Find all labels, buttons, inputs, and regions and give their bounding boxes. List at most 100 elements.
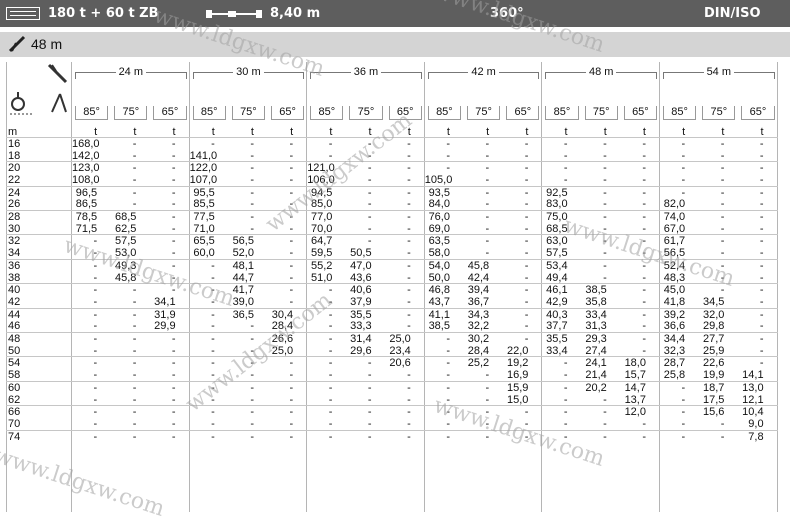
capacity-cell: -: [446, 430, 450, 443]
capacity-cell: 50,0: [428, 271, 450, 284]
table-row: 46- -29,9- -28,4-33,3-38,5 32,2-37,7 31,3-36…: [6, 320, 778, 332]
capacity-cell: 36,7: [467, 296, 490, 308]
capacity-cell: -: [720, 186, 725, 199]
capacity-cell: 15,7: [624, 369, 646, 382]
capacity-cell: -: [720, 222, 725, 235]
capacity-cell: -: [642, 308, 646, 321]
luffing-length-label: 30 m: [233, 66, 264, 78]
radius-cell: 44: [8, 308, 21, 321]
capacity-cell: -: [759, 271, 764, 284]
capacity-cell: -: [407, 393, 411, 406]
capacity-cell: 32,3: [663, 344, 686, 357]
table-row: 60- - - - - - - - - - -15,9-20,2 14,7-18,7 13,0: [6, 382, 778, 394]
capacity-cell: -: [250, 430, 254, 443]
capacity-cell: -: [328, 137, 333, 150]
capacity-cell: -: [642, 198, 646, 211]
capacity-cell: -: [132, 418, 137, 430]
capacity-cell: -: [289, 235, 294, 248]
capacity-cell: -: [407, 259, 411, 272]
capacity-cell: -: [171, 430, 176, 443]
capacity-cell: 36,5: [232, 308, 254, 321]
capacity-cell: -: [759, 222, 764, 235]
capacity-cell: 86,5: [75, 198, 98, 211]
capacity-cell: 15,0: [506, 393, 529, 406]
radius-cell: 62: [8, 393, 21, 406]
capacity-cell: 24,1: [585, 357, 607, 370]
capacity-cell: -: [132, 344, 137, 357]
capacity-cell: 32,2: [467, 320, 490, 333]
radius-cell: 74: [8, 430, 21, 443]
capacity-cell: -: [407, 186, 411, 199]
capacity-cell: -: [759, 333, 764, 345]
capacity-cell: 29,9: [154, 320, 176, 333]
capacity-cell: -: [759, 235, 764, 248]
capacity-cell: -: [289, 284, 294, 297]
capacity-cell: -: [603, 259, 607, 272]
luffing-length-header: 42 m: [425, 66, 543, 88]
capacity-cell: -: [563, 174, 568, 186]
angle-header: 85°: [192, 106, 226, 120]
capacity-cell: 15,9: [506, 381, 529, 394]
capacity-cell: 25,9: [702, 344, 725, 357]
capacity-cell: -: [642, 296, 646, 308]
capacity-cell: 27,7: [702, 333, 725, 345]
capacity-cell: 75,0: [546, 211, 568, 223]
capacity-cell: 84,0: [428, 198, 450, 211]
capacity-cell: -: [171, 162, 176, 175]
capacity-cell: 12,0: [624, 406, 646, 419]
capacity-cell: -: [289, 357, 294, 370]
capacity-cell: 12,1: [742, 393, 764, 406]
capacity-cell: 36,6: [663, 320, 686, 333]
capacity-cell: -: [93, 284, 98, 297]
jib-icon: [8, 35, 26, 53]
capacity-cell: 15,6: [702, 406, 725, 419]
capacity-cell: -: [407, 222, 411, 235]
capacity-cell: -: [759, 198, 764, 211]
radius-cell: 58: [8, 369, 21, 382]
capacity-cell: -: [720, 174, 725, 186]
capacity-cell: 34,4: [663, 333, 686, 345]
capacity-cell: -: [720, 235, 725, 248]
capacity-cell: -: [132, 198, 137, 211]
capacity-cell: -: [407, 198, 411, 211]
capacity-cell: -: [759, 174, 764, 186]
capacity-cell: 68,5: [114, 211, 137, 223]
capacity-cell: 7,8: [748, 430, 764, 443]
capacity-cell: -: [250, 186, 254, 199]
angle-header: 65°: [153, 106, 187, 120]
top-bar: 180 t + 60 t ZB 8,40 m 360° DIN/ISO: [0, 0, 790, 27]
capacity-cell: 62,5: [114, 222, 137, 235]
capacity-cell: 57,5: [114, 235, 137, 248]
capacity-cell: 78,5: [75, 211, 98, 223]
capacity-cell: -: [407, 320, 411, 333]
capacity-cell: -: [367, 369, 372, 382]
table-row: 30 71,5 62,5-71,0- -70,0- -69,0- -68,5- -67,0-…: [6, 223, 778, 235]
row-group-separator: [6, 161, 778, 163]
capacity-cell: 50,5: [350, 247, 372, 260]
capacity-cell: 37,7: [546, 320, 568, 333]
capacity-cell: 49,4: [546, 271, 568, 284]
luffing-length-header: 48 m: [542, 66, 660, 88]
capacity-cell: -: [171, 357, 176, 370]
table-row: 74- - - - - - - - - - - - - - - - -7,8: [6, 431, 778, 443]
capacity-cell: -: [759, 320, 764, 333]
capacity-cell: -: [171, 369, 176, 382]
capacity-cell: 51,0: [310, 271, 333, 284]
angle-header: 85°: [75, 106, 109, 120]
angle-header: 85°: [545, 106, 579, 120]
capacity-cell: -: [289, 174, 294, 186]
capacity-cell: -: [367, 393, 372, 406]
capacity-cell: -: [250, 320, 254, 333]
capacity-cell: -: [367, 211, 372, 223]
table-row: 22 108,0- -107,0- -106,0- -105,0- - - - - - - -: [6, 174, 778, 186]
capacity-cell: 83,0: [546, 198, 568, 211]
radius-cell: 54: [8, 357, 21, 370]
capacity-cell: -: [485, 247, 490, 260]
boom-length-value: 8,40 m: [270, 6, 321, 21]
capacity-cell: -: [485, 211, 490, 223]
capacity-cell: -: [407, 406, 411, 419]
capacity-cell: -: [171, 235, 176, 248]
capacity-cell: 39,4: [467, 284, 490, 297]
row-group-separator: [6, 307, 778, 309]
menu-icon[interactable]: [6, 7, 40, 20]
